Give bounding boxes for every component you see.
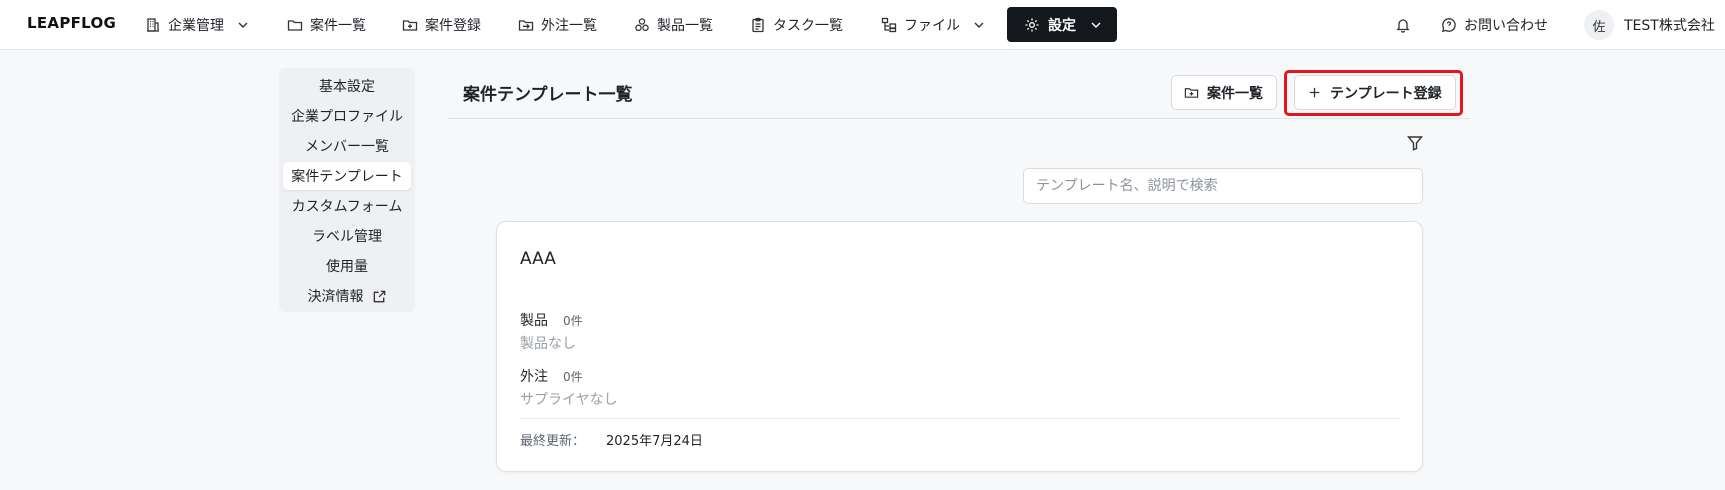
bell-icon bbox=[1396, 19, 1410, 33]
case-list-button[interactable]: 案件一覧 bbox=[1171, 75, 1277, 110]
top-navigation: LEAPFLOG 企業管理 案件一覧 案件登録 外注一覧 製品一覧 タスク一覧 … bbox=[0, 0, 1725, 50]
folder-arrow-icon bbox=[518, 20, 534, 31]
sidebar-item-usage[interactable]: 使用量 bbox=[283, 252, 411, 280]
nav-outsourcing[interactable]: 外注一覧 bbox=[518, 12, 597, 38]
nav-cases-label: 案件一覧 bbox=[310, 18, 366, 34]
folder-plus-icon bbox=[402, 20, 418, 31]
folder-tree-icon bbox=[881, 17, 897, 33]
sidebar-item-company-profile[interactable]: 企業プロファイル bbox=[283, 102, 411, 130]
sidebar-item-label: メンバー一覧 bbox=[305, 139, 389, 155]
sidebar-item-members[interactable]: メンバー一覧 bbox=[283, 132, 411, 160]
search-input[interactable] bbox=[1023, 168, 1423, 204]
sidebar-item-billing[interactable]: 決済情報 bbox=[283, 282, 411, 310]
nav-products-label: 製品一覧 bbox=[657, 18, 713, 34]
nav-company-management[interactable]: 企業管理 bbox=[145, 12, 249, 38]
filter-icon[interactable] bbox=[1407, 135, 1423, 151]
card-divider bbox=[520, 418, 1400, 419]
nav-settings-label: 設定 bbox=[1048, 17, 1076, 34]
sidebar-item-labels[interactable]: ラベル管理 bbox=[283, 222, 411, 250]
chevron-down-icon bbox=[974, 22, 984, 28]
last-updated-label: 最終更新： bbox=[520, 434, 586, 449]
sidebar-item-custom-forms[interactable]: カスタムフォーム bbox=[283, 192, 411, 220]
sidebar-item-case-templates[interactable]: 案件テンプレート bbox=[283, 162, 411, 190]
folder-plus-icon bbox=[1184, 88, 1199, 98]
notifications-button[interactable] bbox=[1395, 12, 1411, 38]
chat-question-icon bbox=[1441, 18, 1456, 33]
title-divider bbox=[448, 118, 1470, 119]
settings-sidebar: 基本設定 企業プロファイル メンバー一覧 案件テンプレート カスタムフォーム ラ… bbox=[279, 68, 415, 312]
sidebar-item-label: 決済情報 bbox=[307, 289, 364, 305]
nav-case-register-label: 案件登録 bbox=[425, 18, 481, 34]
product-count: 0件 bbox=[563, 314, 583, 328]
clipboard-icon bbox=[752, 17, 764, 33]
page-title: 案件テンプレート一覧 bbox=[463, 85, 633, 105]
chevron-down-icon bbox=[238, 22, 248, 28]
product-label: 製品 bbox=[520, 313, 548, 329]
sidebar-item-label: 使用量 bbox=[326, 259, 368, 275]
gear-icon bbox=[1025, 18, 1039, 31]
last-updated-value: 2025年7月24日 bbox=[606, 434, 703, 449]
nav-tasks-label: タスク一覧 bbox=[773, 18, 843, 34]
sidebar-item-basic-settings[interactable]: 基本設定 bbox=[283, 72, 411, 100]
template-card[interactable]: AAA 製品 0件 製品なし 外注 0件 サプライヤなし 最終更新： 2025年… bbox=[496, 221, 1423, 472]
building-icon bbox=[147, 18, 159, 32]
template-title: AAA bbox=[520, 249, 556, 269]
sidebar-item-label: ラベル管理 bbox=[312, 229, 382, 245]
contact-label: お問い合わせ bbox=[1464, 18, 1548, 34]
avatar[interactable]: 佐 bbox=[1584, 10, 1614, 40]
outsourcing-empty-text: サプライヤなし bbox=[520, 392, 618, 408]
external-link-icon bbox=[373, 290, 385, 302]
app-logo[interactable]: LEAPFLOG bbox=[27, 14, 116, 32]
nav-products[interactable]: 製品一覧 bbox=[634, 12, 713, 38]
highlight-box bbox=[1284, 70, 1463, 116]
nav-cases[interactable]: 案件一覧 bbox=[287, 12, 366, 38]
nav-case-register[interactable]: 案件登録 bbox=[402, 12, 481, 38]
chevron-down-icon bbox=[1091, 22, 1101, 28]
case-list-button-label: 案件一覧 bbox=[1207, 85, 1263, 102]
nav-tasks[interactable]: タスク一覧 bbox=[750, 12, 843, 38]
sidebar-item-label: 案件テンプレート bbox=[291, 169, 403, 185]
folder-icon bbox=[287, 20, 303, 31]
nav-files-label: ファイル bbox=[904, 18, 960, 34]
sidebar-item-label: 企業プロファイル bbox=[291, 109, 403, 125]
sidebar-item-label: カスタムフォーム bbox=[291, 199, 403, 215]
nav-outsourcing-label: 外注一覧 bbox=[541, 18, 597, 34]
nav-company-management-label: 企業管理 bbox=[168, 18, 224, 34]
product-empty-text: 製品なし bbox=[520, 336, 576, 352]
outsourcing-count: 0件 bbox=[563, 370, 583, 384]
contact-link[interactable]: お問い合わせ bbox=[1441, 12, 1548, 38]
nav-settings[interactable]: 設定 bbox=[1007, 7, 1117, 42]
company-name[interactable]: TEST株式会社 bbox=[1624, 15, 1715, 35]
nav-files[interactable]: ファイル bbox=[881, 12, 985, 38]
boxes-icon bbox=[635, 18, 649, 32]
sidebar-item-label: 基本設定 bbox=[319, 79, 375, 95]
outsourcing-label: 外注 bbox=[520, 369, 548, 385]
